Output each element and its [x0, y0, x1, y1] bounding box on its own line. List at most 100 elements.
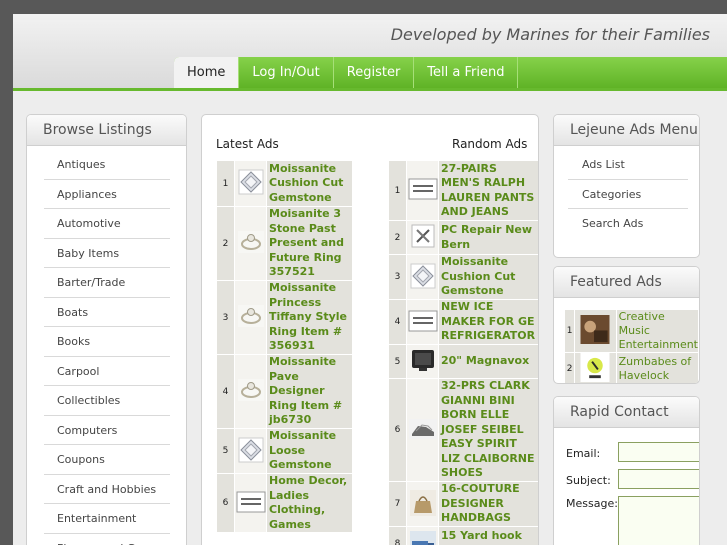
message-field[interactable]: [618, 496, 699, 545]
ad-thumbnail[interactable]: [407, 345, 438, 378]
site-header: Developed by Marines for their Families …: [13, 14, 727, 88]
category-item[interactable]: Appliances: [44, 180, 170, 209]
featured-ads-title: Featured Ads: [554, 267, 699, 298]
ad-row[interactable]: 7 16-COUTURE DESIGNER HANDBAGS: [389, 482, 538, 526]
ad-thumbnail[interactable]: [407, 300, 438, 344]
ad-thumbnail[interactable]: [235, 474, 266, 532]
category-item[interactable]: Craft and Hobbies: [44, 475, 170, 504]
ads-menu-item[interactable]: Search Ads: [568, 209, 688, 239]
rapid-contact-panel: Rapid Contact Email: Subject: Message:: [553, 396, 700, 545]
nav-tell-a-friend[interactable]: Tell a Friend: [414, 57, 519, 88]
ad-thumbnail[interactable]: [407, 221, 438, 254]
ads-menu-list: Ads List Categories Search Ads: [554, 146, 699, 239]
category-item[interactable]: Books: [44, 327, 170, 357]
featured-rank: 1: [565, 310, 575, 352]
ad-title-link[interactable]: Moissanite Loose Gemstone: [267, 429, 352, 473]
category-item[interactable]: Entertainment: [44, 504, 170, 534]
music-photo-icon: [575, 315, 615, 347]
email-label: Email:: [566, 447, 601, 460]
zumba-logo-icon: [575, 353, 615, 383]
ad-thumbnail[interactable]: [235, 355, 266, 428]
ad-row[interactable]: 4 Moissanite Pave Designer Ring Item # jb…: [217, 355, 352, 428]
nav-register[interactable]: Register: [334, 57, 415, 88]
ring-icon: [236, 301, 266, 334]
nav-home[interactable]: Home: [174, 57, 240, 88]
ad-row[interactable]: 3 Moissanite Cushion Cut Gemstone: [389, 255, 538, 299]
truck-icon: [408, 527, 438, 545]
ad-row[interactable]: 3 Moissanite Princess Tiffany Style Ring …: [217, 281, 352, 354]
ads-menu-title: Lejeune Ads Menu: [554, 115, 699, 146]
browse-listings-title: Browse Listings: [27, 115, 186, 146]
category-item[interactable]: Carpool: [44, 357, 170, 386]
ad-title-link[interactable]: 20" Magnavox: [439, 345, 538, 378]
ad-row[interactable]: 5 Moissanite Loose Gemstone: [217, 429, 352, 473]
nav-underline: [13, 88, 727, 91]
ad-title-link[interactable]: Moissanite Cushion Cut Gemstone: [267, 161, 352, 206]
ad-rank: 5: [389, 345, 406, 378]
site-tagline: Developed by Marines for their Families: [390, 25, 710, 44]
gem-icon: [236, 167, 266, 200]
featured-ad-row[interactable]: 2 Zumbabes of Havelock: [565, 353, 698, 383]
latest-ads-title: Latest Ads: [216, 137, 279, 151]
ad-title-link[interactable]: 32-PRS CLARK GIANNI BINI BORN ELLE JOSEF…: [439, 379, 538, 481]
handbag-icon: [408, 488, 438, 521]
featured-thumbnail[interactable]: [575, 353, 616, 383]
ad-title-link[interactable]: Moissanite Pave Designer Ring Item # jb6…: [267, 355, 352, 428]
no-image-icon: [236, 487, 266, 520]
no-image-icon: [408, 174, 438, 207]
subject-field[interactable]: [618, 469, 699, 489]
ad-title-link[interactable]: Moissanite Cushion Cut Gemstone: [439, 255, 538, 299]
featured-title-link[interactable]: Zumbabes of Havelock: [616, 353, 698, 383]
category-item[interactable]: Antiques: [44, 150, 170, 180]
ad-row[interactable]: 8 15 Yard hook lift: [389, 527, 538, 545]
ad-thumbnail[interactable]: [407, 482, 438, 526]
featured-title-link[interactable]: Creative Music Entertainment: [616, 310, 698, 352]
category-item[interactable]: Collectibles: [44, 386, 170, 416]
ad-thumbnail[interactable]: [407, 379, 438, 481]
ad-title-link[interactable]: 16-COUTURE DESIGNER HANDBAGS: [439, 482, 538, 526]
page: Developed by Marines for their Families …: [13, 14, 727, 545]
ads-menu-item[interactable]: Categories: [568, 180, 688, 209]
ads-menu-item[interactable]: Ads List: [568, 150, 688, 180]
ad-title-link[interactable]: NEW ICE MAKER FOR GE REFRIGERATOR: [439, 300, 538, 344]
ad-thumbnail[interactable]: [407, 161, 438, 220]
ad-rank: 1: [217, 161, 234, 206]
ad-thumbnail[interactable]: [407, 255, 438, 299]
ad-title-link[interactable]: Home Decor, Ladies Clothing, Games: [267, 474, 352, 532]
ad-row[interactable]: 2 Moisanite 3 Stone Past Present and Futu…: [217, 207, 352, 280]
ad-thumbnail[interactable]: [235, 207, 266, 280]
ad-row[interactable]: 6 Home Decor, Ladies Clothing, Games: [217, 474, 352, 532]
latest-ads-table: 1 Moissanite Cushion Cut Gemstone 2 Moisani…: [216, 160, 353, 533]
featured-ads-table: 1 Creative Music Entertainment 2 Zumbabes o…: [564, 309, 699, 383]
ad-title-link[interactable]: 27-PAIRS MEN'S RALPH LAUREN PANTS AND JE…: [439, 161, 538, 220]
ad-row[interactable]: 6 32-PRS CLARK GIANNI BINI BORN ELLE JOSE…: [389, 379, 538, 481]
ad-rank: 5: [217, 429, 234, 473]
ad-thumbnail[interactable]: [407, 527, 438, 545]
ad-rank: 1: [389, 161, 406, 220]
ad-row[interactable]: 1 Moissanite Cushion Cut Gemstone: [217, 161, 352, 206]
category-item[interactable]: Coupons: [44, 445, 170, 475]
ad-row[interactable]: 1 27-PAIRS MEN'S RALPH LAUREN PANTS AND J…: [389, 161, 538, 220]
ad-title-link[interactable]: Moissanite Princess Tiffany Style Ring I…: [267, 281, 352, 354]
nav-login[interactable]: Log In/Out: [239, 57, 334, 88]
category-item[interactable]: Automotive: [44, 209, 170, 239]
ad-thumbnail[interactable]: [235, 429, 266, 473]
ad-title-link[interactable]: Moisanite 3 Stone Past Present and Futur…: [267, 207, 352, 280]
ad-row[interactable]: 2 PC Repair New Bern: [389, 221, 538, 254]
email-field[interactable]: [618, 442, 699, 462]
category-item[interactable]: Boats: [44, 298, 170, 327]
ad-row[interactable]: 4 NEW ICE MAKER FOR GE REFRIGERATOR: [389, 300, 538, 344]
ad-rank: 6: [217, 474, 234, 532]
category-item[interactable]: Barter/Trade: [44, 268, 170, 298]
category-item[interactable]: Computers: [44, 416, 170, 445]
ad-thumbnail[interactable]: [235, 161, 266, 206]
ad-title-link[interactable]: 15 Yard hook lift: [439, 527, 538, 545]
ad-title-link[interactable]: PC Repair New Bern: [439, 221, 538, 254]
featured-thumbnail[interactable]: [575, 310, 616, 352]
category-item[interactable]: Baby Items: [44, 239, 170, 268]
category-item[interactable]: Flowers and Gar: [44, 534, 170, 545]
featured-ad-row[interactable]: 1 Creative Music Entertainment: [565, 310, 698, 352]
ad-thumbnail[interactable]: [235, 281, 266, 354]
featured-ads-panel: Featured Ads 1 Creative Music Entertainme…: [553, 266, 700, 384]
ad-row[interactable]: 5 20" Magnavox: [389, 345, 538, 378]
